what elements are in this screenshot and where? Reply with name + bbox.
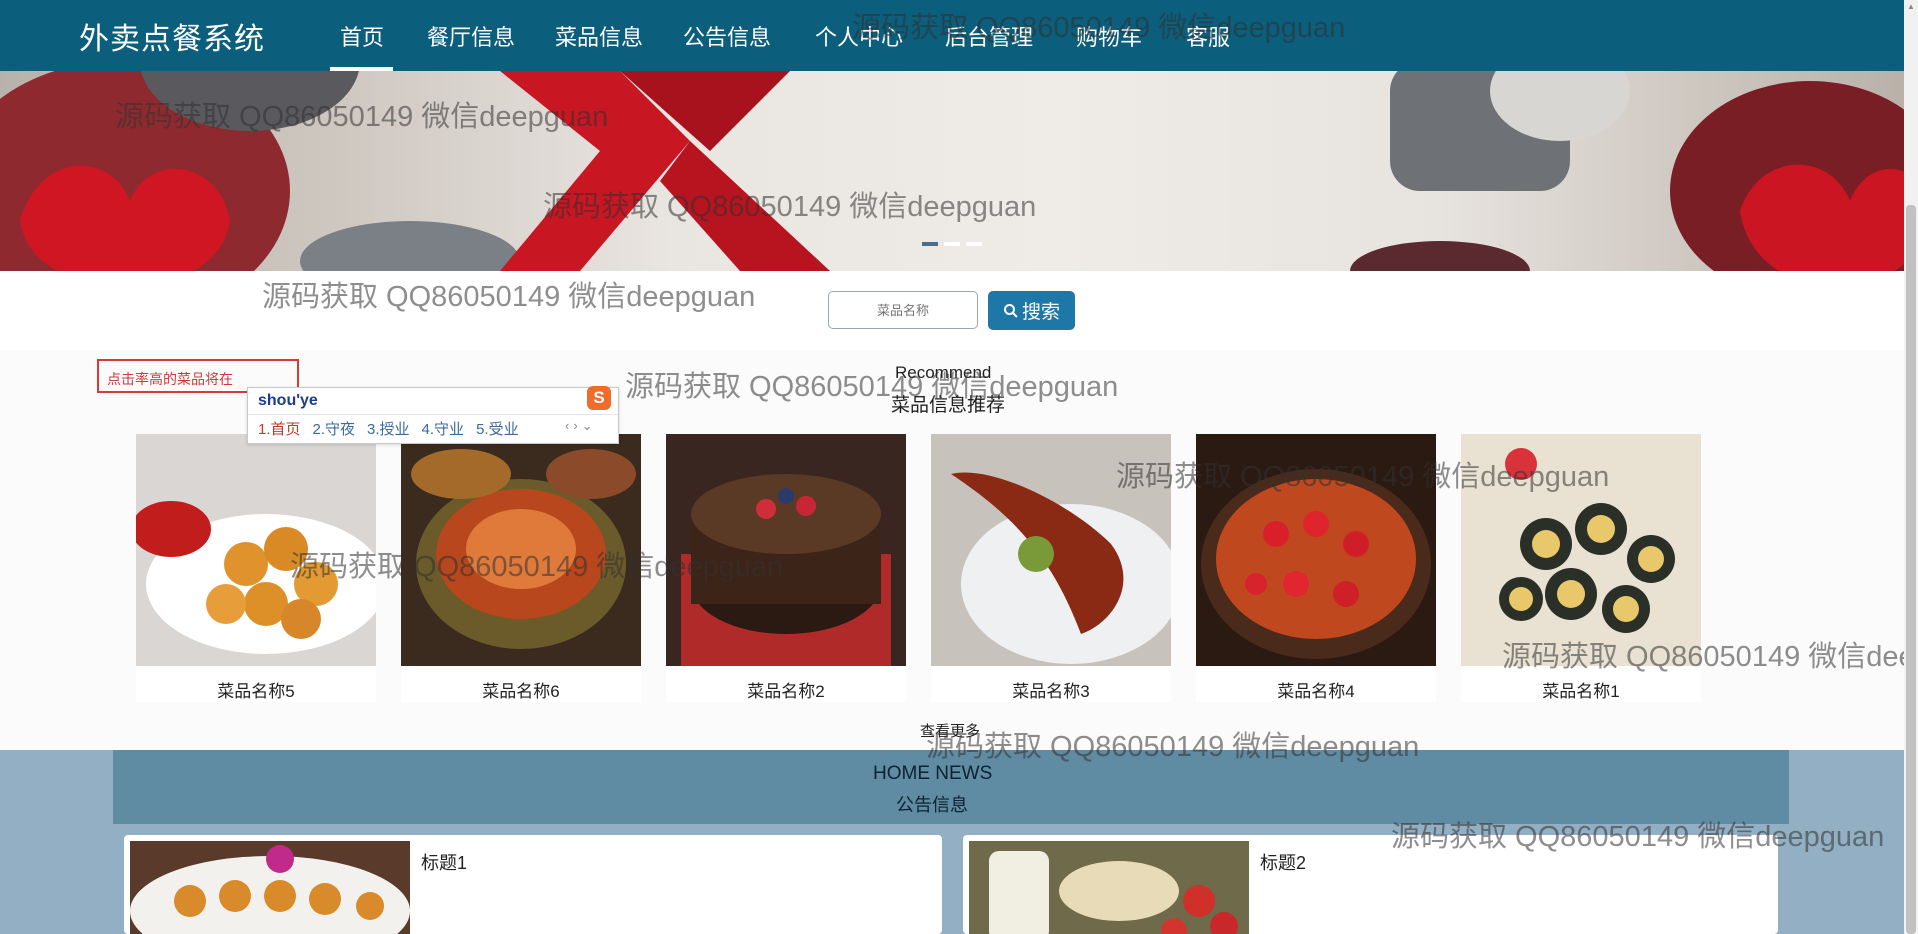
news-image xyxy=(130,841,410,934)
product-name: 菜品名称4 xyxy=(1277,682,1355,701)
product-image xyxy=(931,434,1171,666)
dish-search-input[interactable] xyxy=(828,291,978,329)
product-name: 菜品名称3 xyxy=(1012,682,1090,701)
product-image xyxy=(1461,434,1701,666)
nav-cart[interactable]: 购物车 xyxy=(1076,20,1142,52)
nav-home[interactable]: 首页 xyxy=(340,20,384,52)
nav-personal-center[interactable]: 个人中心 xyxy=(815,20,903,52)
product-image xyxy=(1196,434,1436,666)
news-title: 标题1 xyxy=(421,853,468,873)
nav-dish-info[interactable]: 菜品信息 xyxy=(555,20,643,52)
product-card[interactable]: 菜品名称3 xyxy=(931,434,1171,702)
product-name: 菜品名称5 xyxy=(217,682,295,701)
product-name: 菜品名称6 xyxy=(482,682,560,701)
product-card[interactable]: 菜品名称1 xyxy=(1461,434,1701,702)
search-button-label: 搜索 xyxy=(1021,302,1060,323)
banner-image xyxy=(0,71,1918,271)
ime-candidate[interactable]: 2.守夜 xyxy=(313,421,356,438)
product-name: 菜品名称2 xyxy=(747,682,825,701)
scroll-up-arrow-icon[interactable]: ▲ xyxy=(1906,2,1916,12)
news-title-en: HOME NEWS xyxy=(873,763,993,784)
ime-composition-text: shou'ye xyxy=(258,392,318,409)
carousel-dot-1[interactable] xyxy=(922,242,938,246)
search-button[interactable]: 搜索 xyxy=(988,291,1075,330)
product-card[interactable]: 菜品名称4 xyxy=(1196,434,1436,702)
carousel-dot-2[interactable] xyxy=(944,242,960,246)
product-card[interactable]: 菜品名称6 xyxy=(401,434,641,702)
product-card[interactable]: 菜品名称2 xyxy=(666,434,906,702)
ime-logo-icon: S xyxy=(587,386,611,410)
news-card[interactable]: 标题1 xyxy=(124,835,942,934)
ime-page-arrows-icon[interactable]: ‹›⌄ xyxy=(565,418,597,434)
nav-announcements[interactable]: 公告信息 xyxy=(683,20,771,52)
recommend-title-cn: 菜品信息推荐 xyxy=(891,395,1006,416)
ime-candidate[interactable]: 1.首页 xyxy=(258,421,301,438)
ime-candidate[interactable]: 4.守业 xyxy=(422,421,465,438)
news-card[interactable]: 标题2 xyxy=(963,835,1778,934)
nav-admin[interactable]: 后台管理 xyxy=(945,20,1033,52)
ime-candidate-popup[interactable]: shou'ye S 1.首页 2.守夜 3.授业 4.守业 5.受业 ‹›⌄ xyxy=(247,386,619,444)
product-image xyxy=(666,434,906,666)
news-title: 标题2 xyxy=(1260,853,1307,873)
ime-candidates: 1.首页 2.守夜 3.授业 4.守业 5.受业 xyxy=(258,418,531,439)
recommend-title-en: Recommend xyxy=(895,363,992,382)
news-title-cn: 公告信息 xyxy=(896,795,968,815)
watermark: 源码获取 QQ86050149 微信deepguan xyxy=(262,281,756,313)
nav-restaurant-info[interactable]: 餐厅信息 xyxy=(427,20,515,52)
ime-divider xyxy=(248,414,618,415)
product-name: 菜品名称1 xyxy=(1542,682,1620,701)
search-icon xyxy=(1003,303,1018,318)
news-image xyxy=(969,841,1249,934)
product-image xyxy=(136,434,376,666)
product-image xyxy=(401,434,641,666)
scrollbar-thumb[interactable] xyxy=(1906,205,1916,934)
view-more-link[interactable]: 查看更多 xyxy=(920,720,980,741)
ime-candidate[interactable]: 5.受业 xyxy=(476,421,519,438)
product-card[interactable]: 菜品名称5 xyxy=(136,434,376,702)
ime-candidate[interactable]: 3.授业 xyxy=(367,421,410,438)
carousel-dot-3[interactable] xyxy=(966,242,982,246)
site-brand[interactable]: 外卖点餐系统 xyxy=(79,14,265,58)
nav-customer-service[interactable]: 客服 xyxy=(1186,20,1230,52)
banner-carousel[interactable] xyxy=(0,71,1918,271)
